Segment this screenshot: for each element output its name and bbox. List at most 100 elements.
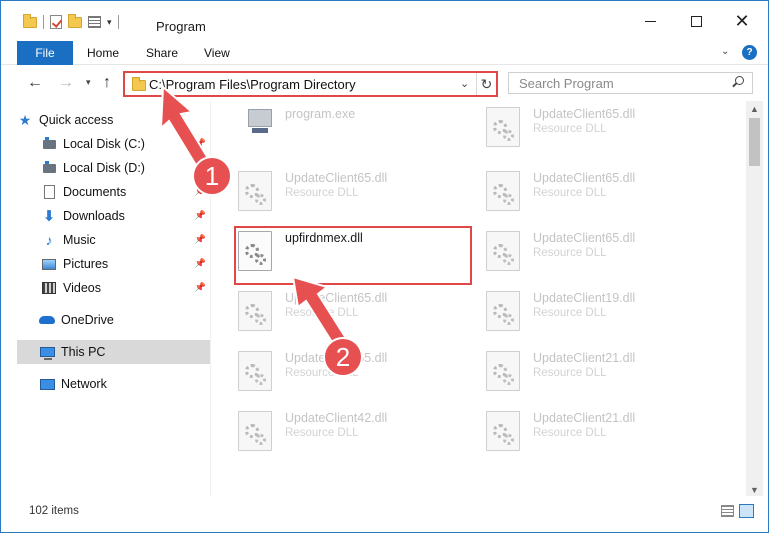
file-name: UpdateClient65.dll [285, 171, 388, 185]
file-name: UpdateClient19.dll [533, 291, 636, 305]
sidebar-item-label: Local Disk (C:) [63, 137, 145, 151]
file-name: program.exe [285, 107, 356, 121]
file-type: Resource DLL [533, 247, 607, 259]
dll-icon [238, 411, 272, 451]
scrollbar-thumb[interactable] [749, 118, 760, 166]
file-item[interactable]: UpdateClient19.dll Resource DLL [460, 279, 710, 335]
pin-icon[interactable]: 📌 [195, 234, 206, 245]
recent-locations-chevron-icon[interactable]: ▾ [86, 78, 91, 87]
sidebar-item-this-pc[interactable]: This PC [17, 340, 210, 364]
folder-icon [23, 13, 37, 28]
search-icon[interactable] [732, 76, 744, 88]
file-item[interactable]: UpdateClient65.dll Resource DLL [212, 159, 462, 215]
vertical-scrollbar[interactable]: ▲ ▼ [746, 101, 763, 496]
sidebar-item-downloads[interactable]: ⬇ Downloads 📌 [41, 204, 210, 228]
file-item-program-exe[interactable]: program.exe [212, 101, 462, 151]
tab-share[interactable]: Share [146, 41, 178, 65]
tab-view[interactable]: View [204, 41, 230, 65]
quick-access-toolbar: ▾ [23, 13, 119, 29]
pin-icon[interactable]: 📌 [195, 210, 206, 221]
sidebar-item-videos[interactable]: Videos 📌 [41, 276, 210, 300]
dll-icon [486, 291, 520, 331]
status-bar: 102 items [1, 496, 768, 532]
close-button[interactable]: ✕ [719, 1, 765, 41]
file-item[interactable]: UpdateClient65.dll Resource DLL [460, 219, 710, 275]
properties-icon[interactable] [88, 16, 101, 28]
address-history-chevron-icon[interactable]: ⌄ [460, 77, 469, 90]
star-icon: ★ [18, 111, 32, 128]
close-icon: ✕ [734, 11, 750, 31]
music-icon: ♪ [45, 232, 53, 248]
up-arrow-icon[interactable]: ↑ [103, 75, 111, 91]
file-type: Resource DLL [285, 187, 359, 199]
file-type: Resource DLL [285, 367, 359, 379]
maximize-button[interactable] [673, 1, 719, 41]
file-item[interactable]: UpdateClient21.dll Resource DLL [460, 399, 710, 455]
file-name: UpdateClient42.dll [285, 411, 388, 425]
properties-check-icon[interactable] [50, 15, 62, 29]
sidebar-item-documents[interactable]: Documents 📌 [41, 180, 210, 204]
forward-arrow-icon[interactable]: → [58, 75, 74, 91]
refresh-icon[interactable]: ↻ [476, 73, 496, 95]
file-type: Resource DLL [533, 367, 607, 379]
tab-home[interactable]: Home [87, 41, 119, 65]
pin-icon[interactable]: 📌 [195, 258, 206, 269]
downloads-icon: ⬇ [42, 208, 56, 225]
large-icons-view-icon[interactable] [739, 504, 754, 518]
dll-icon [486, 231, 520, 271]
dll-icon [486, 351, 520, 391]
network-icon [39, 376, 55, 392]
sidebar-item-label: Network [61, 377, 107, 391]
sidebar-item-onedrive[interactable]: OneDrive [39, 308, 210, 332]
sidebar-item-label: Music [63, 233, 96, 247]
file-type: Resource DLL [533, 427, 607, 439]
this-pc-icon [39, 344, 55, 360]
dll-icon [486, 171, 520, 211]
sidebar-item-music[interactable]: ♪ Music 📌 [41, 228, 210, 252]
sidebar-item-local-disk-d[interactable]: Local Disk (D:) [41, 156, 210, 180]
sidebar-item-pictures[interactable]: Pictures 📌 [41, 252, 210, 276]
search-box[interactable]: Search Program [508, 72, 753, 94]
sidebar-item-label: Pictures [63, 257, 109, 271]
dll-icon [238, 291, 272, 331]
file-list: program.exe UpdateClient65.dll Resource … [212, 101, 746, 496]
file-item[interactable]: UpdateClient65.dll Resource DLL [460, 101, 710, 151]
pin-icon[interactable]: 📌 [195, 186, 206, 197]
maximize-icon [690, 15, 702, 27]
minimize-button[interactable] [627, 1, 673, 41]
address-bar[interactable]: C:\Program Files\Program Directory ⌄ ↻ [123, 71, 498, 97]
sidebar-item-label: Downloads [63, 209, 125, 223]
title-bar: ▾ Program ✕ [1, 1, 768, 41]
details-view-icon[interactable] [721, 505, 734, 517]
file-item[interactable]: UpdateClient65.dll Resource DLL [212, 339, 462, 395]
file-name: UpdateClient65.dll [533, 171, 636, 185]
search-input[interactable]: Search Program [519, 76, 614, 91]
file-item[interactable]: UpdateClient65.dll Resource DLL [460, 159, 710, 215]
pin-icon[interactable]: 📌 [195, 282, 206, 293]
pin-icon[interactable]: 📌 [195, 138, 206, 149]
ribbon-tabs: File Home Share View ⌄ ? [1, 41, 768, 65]
folder-icon [132, 77, 146, 91]
toolbar-divider [117, 15, 119, 29]
file-item[interactable]: UpdateClient65.dll Resource DLL [212, 279, 462, 335]
file-type: Resource DLL [285, 307, 359, 319]
sidebar-item-local-disk-c[interactable]: Local Disk (C:) 📌 [41, 132, 210, 156]
tab-file[interactable]: File [17, 41, 73, 65]
expand-ribbon-chevron-icon[interactable]: ⌄ [721, 46, 729, 57]
file-item[interactable]: UpdateClient21.dll Resource DLL [460, 339, 710, 395]
new-folder-icon[interactable] [68, 13, 82, 28]
videos-icon [41, 280, 57, 296]
sidebar-item-network[interactable]: Network [39, 372, 210, 396]
onedrive-icon [39, 312, 55, 328]
scroll-up-icon[interactable]: ▲ [750, 104, 759, 114]
back-arrow-icon[interactable]: ← [27, 75, 43, 91]
address-path[interactable]: C:\Program Files\Program Directory [149, 77, 356, 92]
file-name: UpdateClient65.dll [533, 107, 636, 121]
item-count: 102 items [29, 505, 79, 517]
file-name: UpdateClient65.dll [285, 291, 388, 305]
scroll-down-icon[interactable]: ▼ [750, 485, 759, 495]
help-icon[interactable]: ? [742, 45, 757, 60]
file-item[interactable]: UpdateClient42.dll Resource DLL [212, 399, 462, 455]
sidebar-item-quick-access[interactable]: ★ Quick access [17, 108, 210, 132]
customize-toolbar-chevron-icon[interactable]: ▾ [107, 17, 112, 28]
